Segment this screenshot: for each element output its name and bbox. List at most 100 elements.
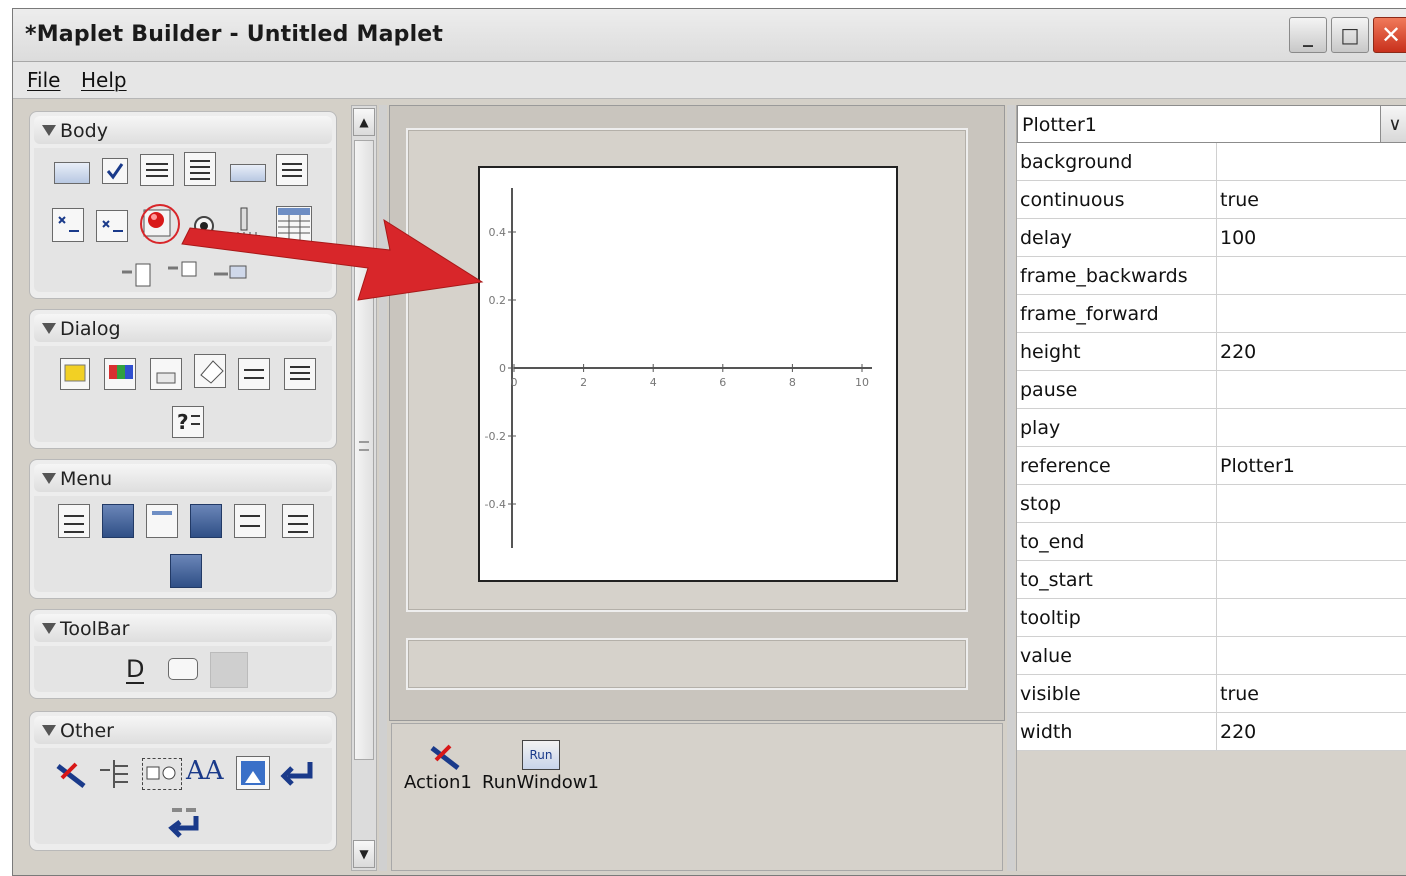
text-area-icon[interactable] <box>276 154 308 186</box>
left-splitter[interactable] <box>379 105 387 871</box>
property-row[interactable]: pause <box>1017 371 1406 409</box>
chevron-down-icon[interactable]: ∨ <box>1380 106 1406 142</box>
toolbar-button-icon[interactable] <box>168 658 198 680</box>
property-value[interactable]: 220 <box>1217 333 1406 371</box>
list-box-icon[interactable] <box>184 152 216 186</box>
scroll-thumb[interactable] <box>354 140 374 760</box>
property-row[interactable]: referencePlotter1 <box>1017 447 1406 485</box>
menu-icon[interactable] <box>102 504 134 538</box>
alert-dialog-icon[interactable] <box>60 358 90 390</box>
slider-icon[interactable] <box>228 206 264 242</box>
table-icon[interactable] <box>276 206 312 242</box>
text-field-icon[interactable] <box>166 260 200 282</box>
window-icon[interactable] <box>168 806 204 842</box>
property-value[interactable] <box>1217 371 1406 409</box>
property-value[interactable] <box>1217 143 1406 181</box>
palette-section-other: Other AA <box>29 711 337 851</box>
menu-item-icon[interactable] <box>146 504 178 538</box>
property-row[interactable]: background <box>1017 143 1406 181</box>
toolbar-icon[interactable]: D <box>124 654 160 688</box>
property-row[interactable]: delay100 <box>1017 219 1406 257</box>
property-value[interactable] <box>1217 523 1406 561</box>
input-dialog-icon[interactable] <box>238 358 270 390</box>
layout-canvas[interactable]: 02468100.40.20-0.2-0.4 <box>389 105 1005 721</box>
minimize-button[interactable]: _ <box>1289 17 1327 53</box>
label-icon[interactable] <box>120 260 154 288</box>
section-header-dialog[interactable]: Dialog <box>34 314 332 342</box>
property-row[interactable]: width220 <box>1017 713 1406 751</box>
runwindow1-component[interactable]: Run <box>522 740 560 770</box>
check-box-menu-item-icon[interactable] <box>190 504 222 538</box>
font-icon[interactable]: AA <box>186 756 228 790</box>
menu-separator-icon[interactable] <box>282 504 314 538</box>
password-field-icon[interactable] <box>230 164 266 182</box>
menu-bar-icon[interactable] <box>58 504 90 538</box>
button-group-icon[interactable] <box>142 758 182 790</box>
property-value[interactable] <box>1217 295 1406 333</box>
plotter-icon[interactable] <box>140 204 180 244</box>
radio-button-icon[interactable] <box>190 212 218 240</box>
property-row[interactable]: value <box>1017 637 1406 675</box>
right-splitter[interactable] <box>1007 105 1015 871</box>
property-value[interactable] <box>1217 485 1406 523</box>
message-dialog-icon[interactable] <box>284 358 316 390</box>
section-header-menu[interactable]: Menu <box>34 464 332 492</box>
menu-file[interactable]: File <box>27 68 60 92</box>
property-row[interactable]: to_end <box>1017 523 1406 561</box>
property-value[interactable]: true <box>1217 675 1406 713</box>
property-row[interactable]: height220 <box>1017 333 1406 371</box>
file-dialog-icon[interactable] <box>194 354 226 388</box>
text-box-icon[interactable] <box>54 162 90 184</box>
close-button[interactable]: ✕ <box>1373 17 1406 53</box>
section-header-other[interactable]: Other <box>34 716 332 744</box>
chevron-up-icon: ▲ <box>359 115 368 129</box>
evaluate-icon[interactable] <box>98 756 134 792</box>
scroll-down-button[interactable]: ▼ <box>353 840 375 868</box>
property-row[interactable]: to_start <box>1017 561 1406 599</box>
property-value[interactable] <box>1217 599 1406 637</box>
palette-scrollbar[interactable]: ▲ ▼ <box>351 105 377 871</box>
y-tick-label: 0.4 <box>489 226 507 239</box>
return-icon[interactable] <box>280 756 316 790</box>
menu-help[interactable]: Help <box>81 68 127 92</box>
property-value[interactable] <box>1217 257 1406 295</box>
property-value[interactable] <box>1217 561 1406 599</box>
checkbox-icon[interactable] <box>102 158 128 184</box>
question-dialog-icon[interactable]: ? <box>172 406 204 438</box>
toggle-button-icon[interactable] <box>212 262 250 282</box>
empty-layout-row[interactable] <box>406 638 968 690</box>
property-row[interactable]: tooltip <box>1017 599 1406 637</box>
image-icon[interactable] <box>236 756 270 790</box>
property-value[interactable]: true <box>1217 181 1406 219</box>
property-value[interactable] <box>1217 409 1406 447</box>
maximize-button[interactable]: □ <box>1331 17 1369 53</box>
math-container-icon[interactable] <box>52 208 84 242</box>
section-title-other: Other <box>60 720 114 742</box>
math-field-icon[interactable] <box>96 210 128 242</box>
component-select[interactable]: Plotter1 ∨ <box>1017 105 1406 143</box>
action-icon[interactable] <box>54 758 90 792</box>
color-dialog-icon[interactable] <box>104 358 136 390</box>
property-row[interactable]: continuoustrue <box>1017 181 1406 219</box>
toolbar-separator-icon[interactable] <box>210 652 248 688</box>
scroll-up-button[interactable]: ▲ <box>353 108 375 136</box>
property-name: reference <box>1017 447 1217 485</box>
confirm-dialog-icon[interactable] <box>150 358 182 390</box>
property-row[interactable]: visibletrue <box>1017 675 1406 713</box>
section-header-body[interactable]: Body <box>34 116 332 144</box>
property-row[interactable]: frame_backwards <box>1017 257 1406 295</box>
popup-menu-icon[interactable] <box>170 554 202 588</box>
plotter-component[interactable]: 02468100.40.20-0.2-0.4 <box>478 166 898 582</box>
section-header-toolbar[interactable]: ToolBar <box>34 614 332 642</box>
property-value[interactable] <box>1217 637 1406 675</box>
radio-button-menu-item-icon[interactable] <box>234 504 266 538</box>
property-value[interactable]: 220 <box>1217 713 1406 751</box>
property-value[interactable]: Plotter1 <box>1217 447 1406 485</box>
property-value[interactable]: 100 <box>1217 219 1406 257</box>
property-row[interactable]: play <box>1017 409 1406 447</box>
plotter-container-panel[interactable]: 02468100.40.20-0.2-0.4 <box>406 128 968 612</box>
property-name: visible <box>1017 675 1217 713</box>
combo-box-icon[interactable] <box>140 154 174 186</box>
property-row[interactable]: frame_forward <box>1017 295 1406 333</box>
property-row[interactable]: stop <box>1017 485 1406 523</box>
